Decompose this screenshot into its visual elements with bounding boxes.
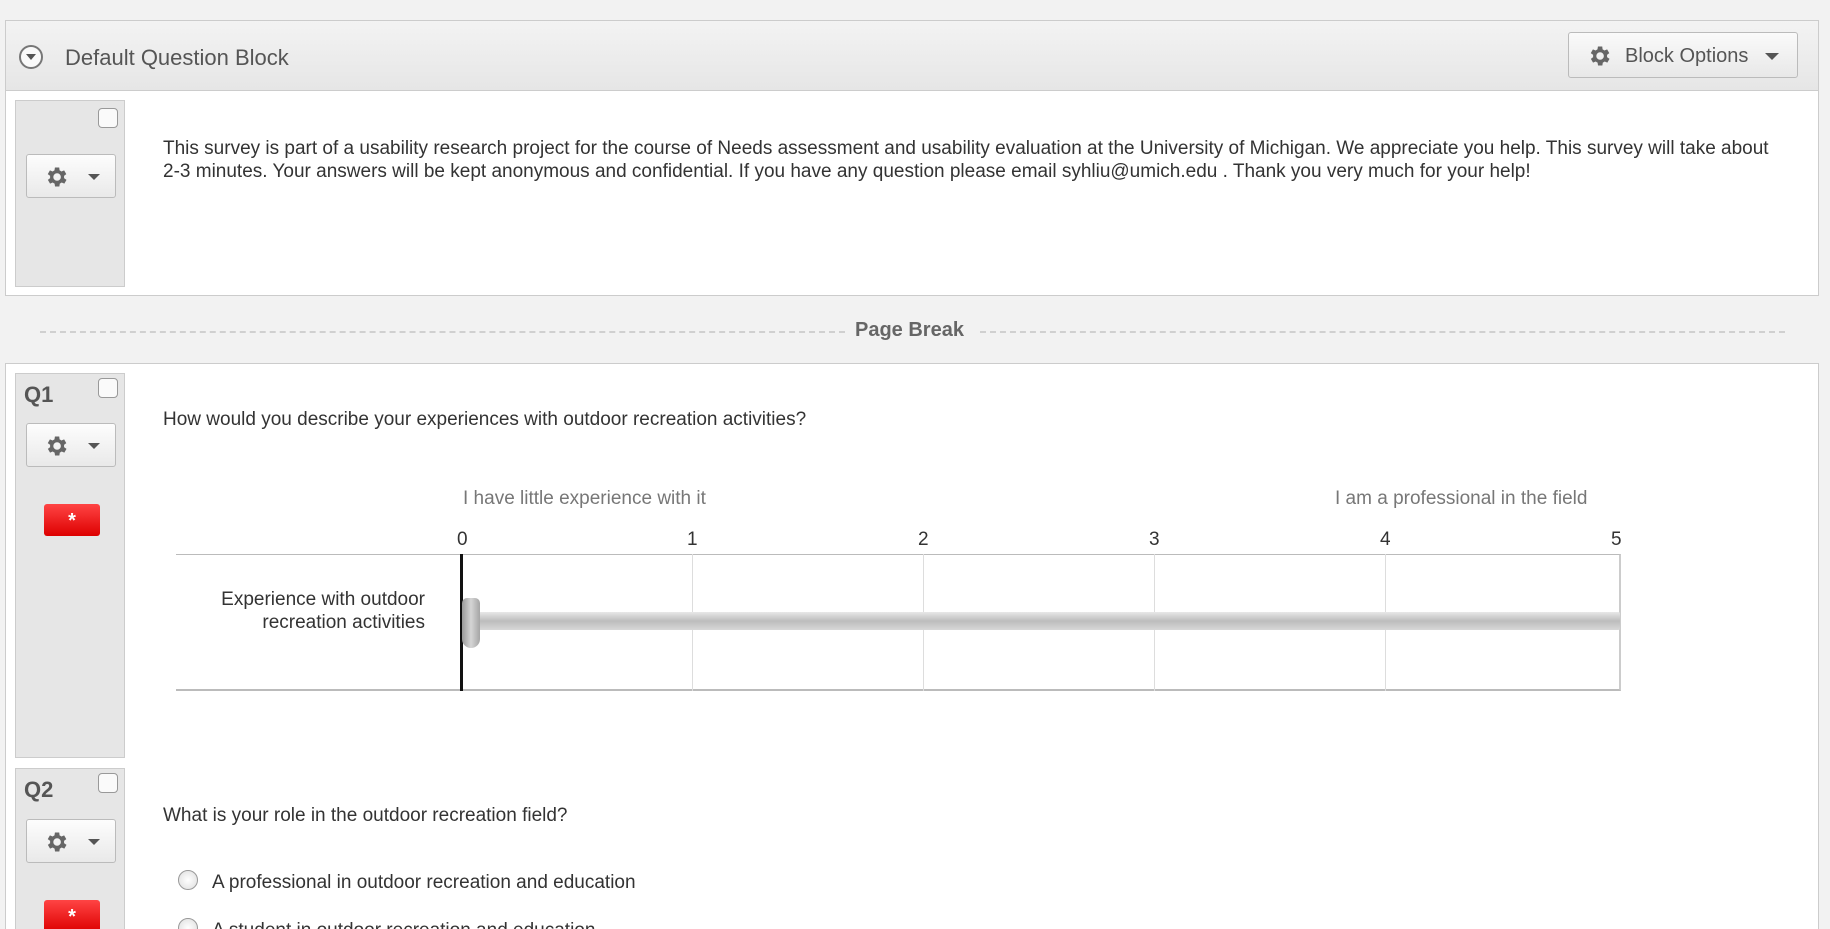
gear-icon — [47, 832, 67, 852]
select-question-checkbox[interactable] — [98, 108, 118, 128]
page-break-line-left — [40, 331, 845, 333]
intro-rail — [15, 100, 125, 287]
slider-anchor-left: I have little experience with it — [463, 488, 706, 509]
question-text[interactable]: How would you describe your experiences … — [163, 408, 806, 431]
collapse-block-icon[interactable] — [19, 45, 43, 69]
required-asterisk-icon[interactable]: * — [44, 900, 100, 929]
choice-label[interactable]: A professional in outdoor recreation and… — [212, 872, 636, 894]
select-question-checkbox[interactable] — [98, 378, 118, 398]
slider-tick-label: 1 — [687, 529, 698, 550]
required-asterisk-icon[interactable]: * — [44, 504, 100, 536]
gear-icon — [1590, 46, 1610, 66]
slider-tick-label: 5 — [1611, 529, 1622, 550]
slider-tick-label: 3 — [1149, 529, 1160, 550]
slider-tick-label: 4 — [1380, 529, 1391, 550]
block-options-button[interactable]: Block Options — [1568, 32, 1798, 78]
select-question-checkbox[interactable] — [98, 773, 118, 793]
question-text[interactable]: What is your role in the outdoor recreat… — [163, 804, 568, 827]
caret-down-icon — [88, 839, 100, 845]
block-options-label: Block Options — [1625, 45, 1749, 67]
slider-tick-label: 2 — [918, 529, 929, 550]
slider-track[interactable] — [468, 612, 1620, 630]
slider-handle[interactable] — [462, 598, 480, 648]
block-title: Default Question Block — [65, 45, 289, 70]
question-options-button[interactable] — [26, 819, 116, 863]
q2-rail: Q2 * — [15, 768, 125, 929]
question-options-button[interactable] — [26, 423, 116, 467]
caret-down-icon — [88, 174, 100, 180]
question-number: Q2 — [24, 777, 54, 802]
block-header: Default Question Block Block Options — [6, 21, 1818, 91]
slider-statement-label: Experience with outdoor recreation activ… — [221, 589, 425, 633]
intro-description[interactable]: This survey is part of a usability resea… — [163, 137, 1783, 183]
radio-button[interactable] — [178, 870, 198, 890]
slider-tick-label: 0 — [457, 529, 468, 550]
page-break-label[interactable]: Page Break — [855, 319, 964, 342]
gear-icon — [47, 436, 67, 456]
page-break-line-right — [980, 331, 1785, 333]
caret-down-icon — [88, 443, 100, 449]
q1-rail: Q1 * — [15, 373, 125, 758]
gear-icon — [47, 167, 67, 187]
choice-label[interactable]: A student in outdoor recreation and educ… — [212, 920, 595, 929]
caret-down-icon — [1765, 53, 1779, 60]
question-options-button[interactable] — [26, 154, 116, 198]
question-number: Q1 — [24, 382, 54, 407]
slider-anchor-right: I am a professional in the field — [1335, 488, 1588, 509]
